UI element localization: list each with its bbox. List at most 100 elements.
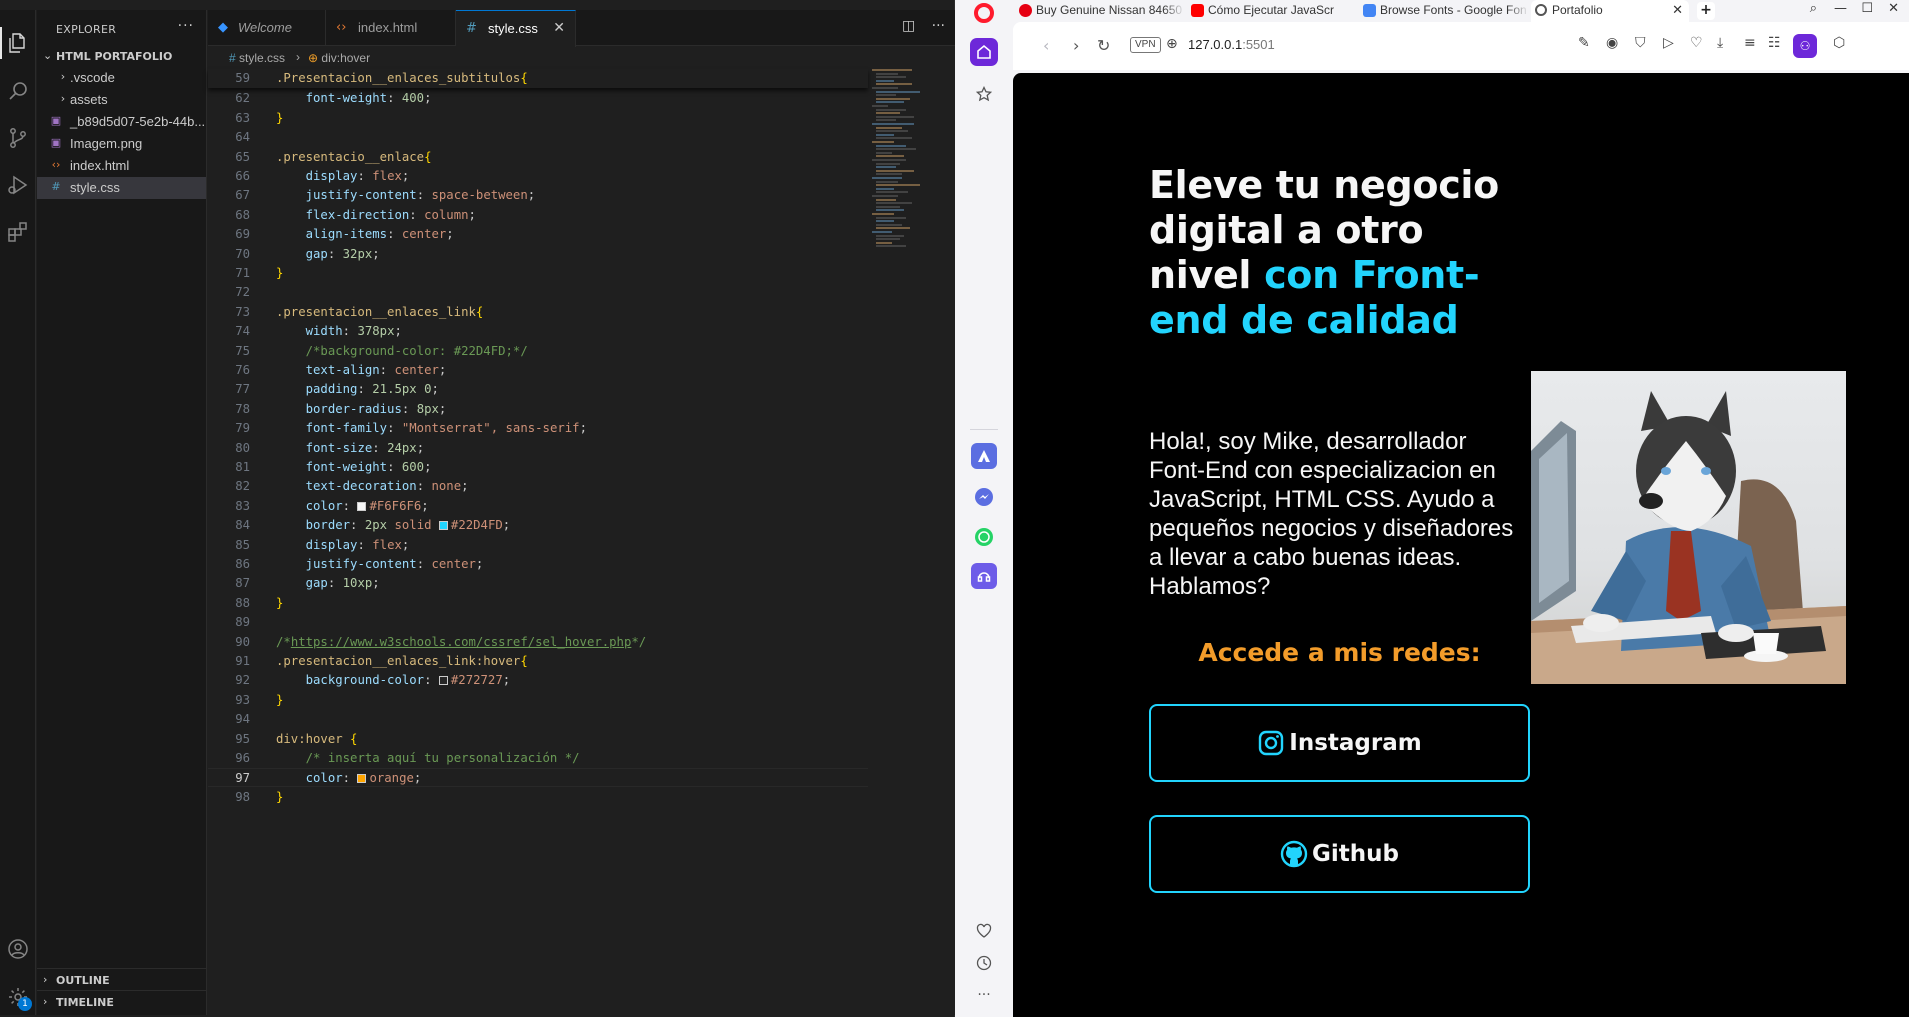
tree-item-style-css[interactable]: # style.css (37, 177, 206, 199)
split-editor-icon[interactable]: ◫ (902, 18, 915, 34)
reload-icon[interactable]: ↻ (1097, 36, 1110, 55)
tab-welcome[interactable]: ◆ Welcome (208, 10, 326, 46)
messenger-icon[interactable] (970, 483, 998, 511)
account-icon[interactable] (0, 929, 36, 969)
player-icon[interactable]: ☷ (1768, 35, 1781, 51)
run-debug-icon[interactable] (0, 165, 36, 205)
code-line[interactable]: 95 div:hover { (208, 730, 868, 749)
code-line[interactable]: 62 font-weight: 400; (208, 89, 868, 108)
code-line[interactable]: 86 justify-content: center; (208, 555, 868, 574)
code-line[interactable]: 70 gap: 32px; (208, 245, 868, 264)
code-line[interactable]: 65 .presentacio__enlace{ (208, 148, 868, 167)
tree-item-imagem-png[interactable]: ▣ Imagem.png (37, 133, 206, 155)
code-line[interactable]: 91 .presentacion__enlaces_link:hover{ (208, 652, 868, 671)
manage-gear-icon[interactable]: 1 (0, 977, 36, 1017)
code-line[interactable]: 93} (208, 691, 868, 710)
code-line[interactable]: 88} (208, 594, 868, 613)
tab-style-css[interactable]: # style.css ✕ (456, 10, 576, 47)
code-line[interactable]: 74 width: 378px; (208, 322, 868, 341)
code-line[interactable]: 85 display: flex; (208, 536, 868, 555)
instagram-link-button[interactable]: Instagram (1149, 704, 1530, 782)
code-line[interactable]: 94 (208, 710, 868, 729)
new-tab-button[interactable]: + (1697, 2, 1715, 20)
source-control-icon[interactable] (0, 118, 36, 158)
code-line[interactable]: 77 padding: 21.5px 0; (208, 380, 868, 399)
explorer-icon[interactable] (0, 23, 36, 63)
minimize-icon[interactable]: — (1834, 1, 1847, 16)
editor-scrollbar[interactable] (948, 69, 955, 1015)
search-tabs-icon[interactable]: ⌕ (1810, 1, 1817, 16)
browser-tab[interactable]: Browse Fonts - Google Fon (1359, 0, 1529, 22)
code-line[interactable]: 75 /*background-color: #22D4FD;*/ (208, 342, 868, 361)
code-line[interactable]: 76 text-align: center; (208, 361, 868, 380)
code-line[interactable]: 66 display: flex; (208, 167, 868, 186)
back-icon[interactable]: ‹ (1043, 36, 1049, 55)
workspace-folder-header[interactable]: ⌄ HTML PORTAFOLIO (37, 47, 206, 67)
whatsapp-icon[interactable] (970, 523, 998, 551)
close-window-icon[interactable]: ✕ (1888, 1, 1899, 16)
code-line[interactable]: 71} (208, 264, 868, 283)
code-line[interactable]: 89 (208, 613, 868, 632)
play-icon[interactable]: ▷ (1663, 35, 1674, 51)
github-link-button[interactable]: Github (1149, 815, 1530, 893)
heart-icon[interactable] (970, 917, 998, 945)
extensions-icon[interactable] (0, 212, 36, 252)
minimap[interactable] (868, 69, 948, 269)
maximize-icon[interactable]: ☐ (1861, 1, 1873, 16)
code-line[interactable]: 87 gap: 10xp; (208, 574, 868, 593)
snapshot-camera-icon[interactable]: ◉ (1606, 35, 1618, 51)
sticky-scroll-line[interactable]: 59 .Presentacion__enlaces_subtitulos{ (208, 69, 868, 88)
code-editor[interactable]: 59 .Presentacion__enlaces_subtitulos{ 62 … (208, 69, 868, 1015)
code-line[interactable]: 90 /*https://www.w3schools.com/cssref/sel… (208, 633, 868, 652)
code-line[interactable]: 83 color: #F6F6F6; (208, 497, 868, 516)
site-info-icon[interactable]: ⊕ (1166, 36, 1178, 52)
cube-icon[interactable]: ⬡ (1833, 35, 1845, 51)
tab-index-html[interactable]: ‹› index.html (326, 10, 456, 46)
download-icon[interactable]: ⤓ (1717, 35, 1723, 51)
forward-icon[interactable]: › (1073, 36, 1079, 55)
opera-logo-icon[interactable] (974, 3, 994, 23)
code-line[interactable]: 64 (208, 128, 868, 147)
browser-tab[interactable]: Buy Genuine Nissan 84650 (1015, 0, 1185, 22)
code-line[interactable]: 63} (208, 109, 868, 128)
code-line[interactable]: 72 (208, 283, 868, 302)
star-icon[interactable] (970, 80, 998, 108)
tree-item-index-html[interactable]: ‹› index.html (37, 155, 206, 177)
close-icon[interactable]: ✕ (1672, 2, 1683, 18)
breadcrumb-symbol[interactable]: ⊕ div:hover (308, 51, 370, 65)
code-line[interactable]: 73 .presentacion__enlaces_link{ (208, 303, 868, 322)
code-line[interactable]: 92 background-color: #272727; (208, 671, 868, 690)
menu-icon[interactable]: ≡ (1744, 35, 1756, 51)
code-line[interactable]: 97 color: orange; (208, 768, 868, 788)
code-line[interactable]: 67 justify-content: space-between; (208, 186, 868, 205)
code-line[interactable]: 98} (208, 788, 868, 807)
search-icon[interactable] (0, 71, 36, 111)
tree-item-assets-folder[interactable]: › assets (37, 89, 206, 111)
breadcrumb-file[interactable]: # style.css (229, 51, 285, 65)
home-icon[interactable] (970, 38, 998, 66)
code-line[interactable]: 78 border-radius: 8px; (208, 400, 868, 419)
address-bar[interactable]: 127.0.0.1:5501 (1188, 37, 1275, 52)
code-line[interactable]: 69 align-items: center; (208, 225, 868, 244)
history-clock-icon[interactable] (970, 949, 998, 977)
timeline-section[interactable]: › TIMELINE (37, 990, 206, 1012)
code-line[interactable]: 79 font-family: "Montserrat", sans-serif… (208, 419, 868, 438)
shield-icon[interactable]: ⛉ (1635, 35, 1646, 51)
tree-item-vscode-folder[interactable]: › .vscode (37, 67, 206, 89)
code-line[interactable]: 59 .Presentacion__enlaces_subtitulos{ (208, 69, 868, 88)
more-actions-icon[interactable]: ··· (178, 18, 194, 34)
close-icon[interactable]: ✕ (553, 20, 565, 36)
tree-item-image-file[interactable]: ▣ _b89d5d07-5e2b-44b... (37, 111, 206, 133)
music-player-icon[interactable] (971, 563, 997, 589)
profile-icon[interactable]: ⚇ (1793, 34, 1817, 58)
aria-ai-icon[interactable] (971, 443, 997, 469)
browser-tab-active[interactable]: Portafolio ✕ (1531, 0, 1689, 22)
more-actions-icon[interactable]: ··· (932, 18, 945, 34)
edit-icon[interactable]: ✎ (1578, 35, 1590, 51)
code-line[interactable]: 96 /* inserta aquí tu personalización */ (208, 749, 868, 768)
outline-section[interactable]: › OUTLINE (37, 968, 206, 990)
browser-tab[interactable]: Cómo Ejecutar JavaScr (1187, 0, 1357, 22)
code-line[interactable]: 68 flex-direction: column; (208, 206, 868, 225)
code-line[interactable]: 80 font-size: 24px; (208, 439, 868, 458)
heart-icon[interactable]: ♡ (1690, 35, 1703, 51)
